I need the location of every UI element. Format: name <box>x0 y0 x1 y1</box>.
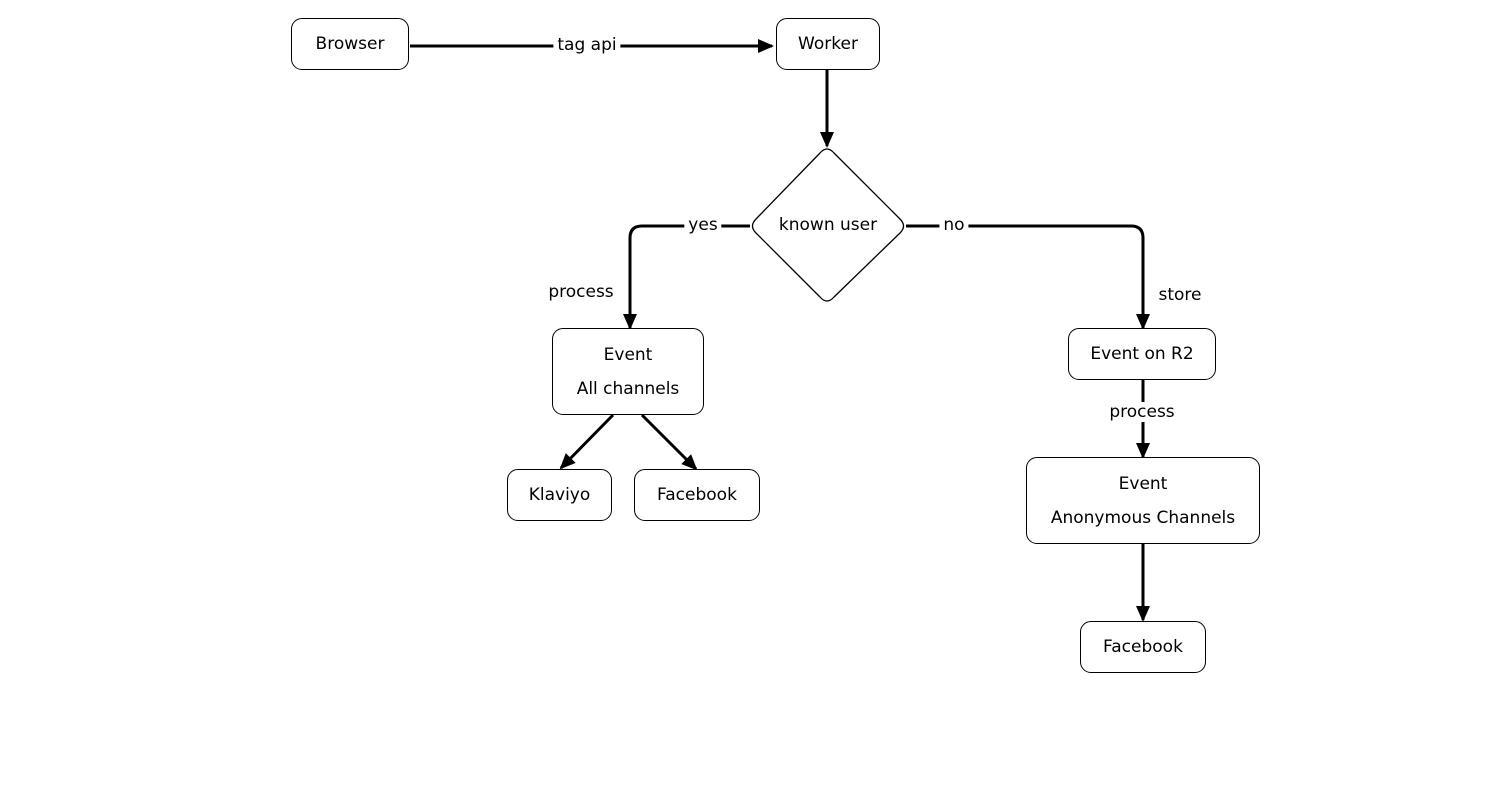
edge-label-yes: yes <box>684 215 722 235</box>
node-worker[interactable]: Worker <box>776 18 880 70</box>
node-facebook-anon[interactable]: Facebook <box>1080 621 1206 673</box>
node-facebook-anon-label: Facebook <box>1103 637 1183 657</box>
node-facebook-known[interactable]: Facebook <box>634 469 760 521</box>
node-klaviyo-label: Klaviyo <box>528 485 591 505</box>
node-event-all-line2: All channels <box>576 378 680 399</box>
node-event-r2-label: Event on R2 <box>1090 344 1194 364</box>
connectors <box>410 39 1150 622</box>
node-event-all-line1: Event <box>603 344 653 365</box>
edge-label-store: store <box>1158 285 1202 305</box>
node-event-anon-line1: Event <box>1118 473 1168 494</box>
node-facebook-known-label: Facebook <box>657 485 737 505</box>
edge-yes <box>623 224 750 330</box>
node-worker-label: Worker <box>798 34 858 54</box>
edge-label-no: no <box>939 215 969 235</box>
node-event-all-channels[interactable]: Event All channels <box>552 328 704 415</box>
edge-no <box>906 224 1150 330</box>
node-event-anonymous[interactable]: Event Anonymous Channels <box>1026 457 1260 544</box>
node-browser[interactable]: Browser <box>291 18 409 70</box>
node-event-anon-line2: Anonymous Channels <box>1050 507 1236 528</box>
decision-label: known user <box>778 215 878 235</box>
node-browser-label: Browser <box>315 34 385 54</box>
node-event-r2[interactable]: Event on R2 <box>1068 328 1216 380</box>
node-klaviyo[interactable]: Klaviyo <box>507 469 612 521</box>
edge-label-tag-api: tag api <box>553 35 621 55</box>
edge-label-process-anon: process <box>1105 402 1179 422</box>
edge-label-process-known: process <box>548 282 614 302</box>
edge-event-facebook <box>640 413 698 471</box>
edge-event-klaviyo <box>559 413 615 470</box>
